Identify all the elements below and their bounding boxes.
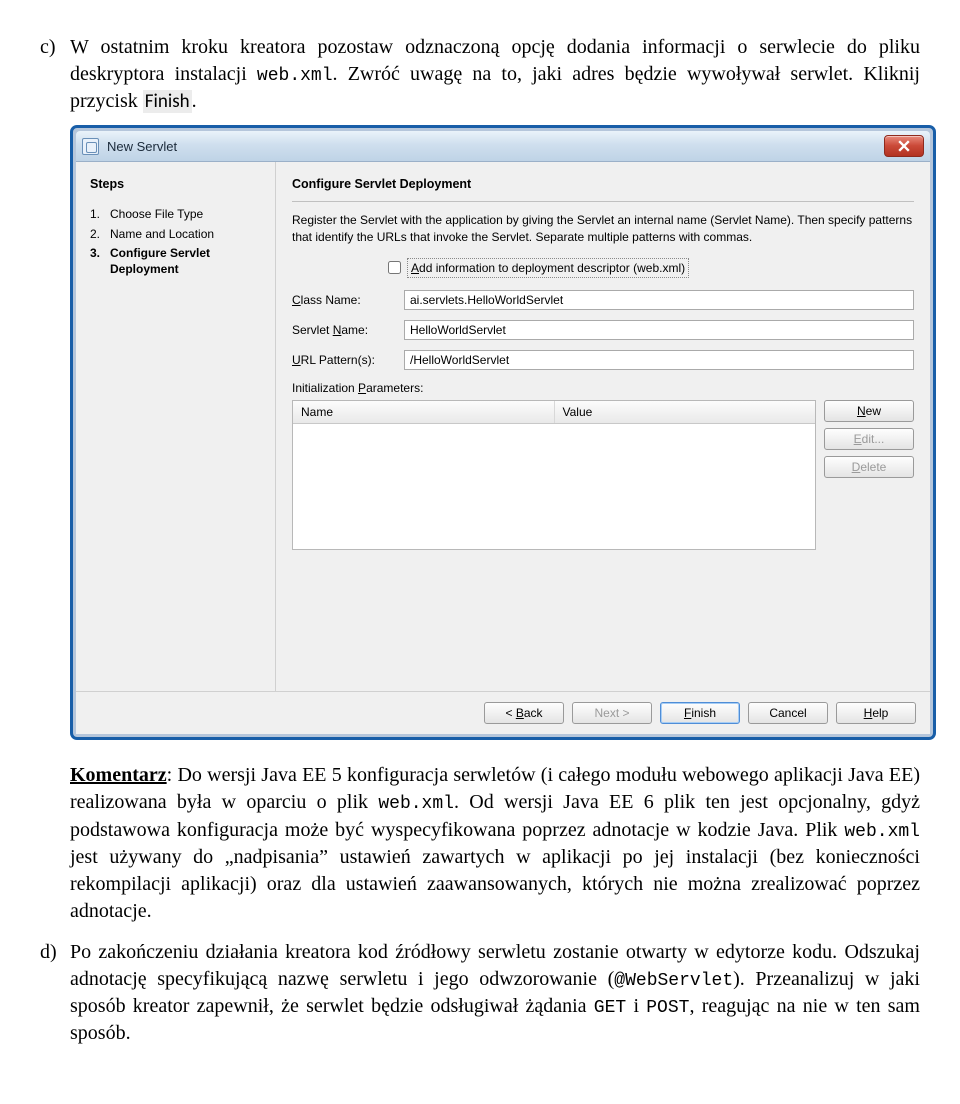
steps-header: Steps [90, 176, 265, 193]
init-params-label: Initialization Parameters: [292, 380, 914, 396]
servlet-name-row: Servlet Name: [292, 320, 914, 340]
servlet-name-label: Servlet Name: [292, 322, 404, 338]
step-2: 2.Name and Location [90, 225, 265, 245]
list-marker-d: d) [40, 939, 70, 1048]
code-web-xml: web.xml [844, 822, 920, 842]
list-content-d: Po zakończeniu działania kreatora kod źr… [70, 939, 920, 1048]
col-value: Value [555, 401, 816, 423]
steps-panel: Steps 1.Choose File Type 2.Name and Loca… [76, 162, 276, 691]
app-icon [82, 138, 99, 155]
panel-description: Register the Servlet with the applicatio… [292, 212, 914, 246]
code-post: POST [646, 998, 689, 1018]
class-name-row: Class Name: [292, 290, 914, 310]
class-name-label: Class Name: [292, 292, 404, 308]
code-web-xml: web.xml [378, 794, 454, 814]
list-marker-c: c) [40, 34, 70, 115]
code-get: GET [594, 998, 626, 1018]
window-titlebar: New Servlet [76, 131, 930, 161]
button-label-finish: Finish [143, 90, 192, 113]
list-item-d: d) Po zakończeniu działania kreatora kod… [40, 939, 920, 1048]
text: . [192, 90, 197, 112]
help-button[interactable]: Help [836, 702, 916, 724]
code-webservlet: @WebServlet [614, 971, 733, 991]
wizard-dialog: New Servlet Steps 1.Choose File Type 2.N… [70, 125, 936, 740]
next-button: Next > [572, 702, 652, 724]
panel-heading: Configure Servlet Deployment [292, 176, 914, 193]
url-pattern-label: URL Pattern(s): [292, 352, 404, 368]
url-pattern-input[interactable] [404, 350, 914, 370]
deployment-descriptor-checkbox-row: Add information to deployment descriptor… [388, 258, 914, 278]
new-button[interactable]: New [824, 400, 914, 422]
init-params-table[interactable]: Name Value [292, 400, 816, 550]
url-pattern-row: URL Pattern(s): [292, 350, 914, 370]
servlet-name-input[interactable] [404, 320, 914, 340]
class-name-input[interactable] [404, 290, 914, 310]
delete-button: Delete [824, 456, 914, 478]
window-title: New Servlet [107, 138, 884, 156]
finish-button[interactable]: Finish [660, 702, 740, 724]
text: i [626, 995, 646, 1017]
deployment-descriptor-checkbox[interactable] [388, 261, 401, 274]
divider [292, 201, 914, 202]
cancel-button[interactable]: Cancel [748, 702, 828, 724]
table-header: Name Value [293, 401, 815, 424]
comment-paragraph: Komentarz: Do wersji Java EE 5 konfigura… [70, 762, 920, 925]
close-button[interactable] [884, 135, 924, 157]
step-3: 3.Configure Servlet Deployment [90, 244, 265, 279]
comment-label: Komentarz [70, 764, 167, 786]
checkbox-label: Add information to deployment descriptor… [407, 258, 689, 278]
list-content-c: W ostatnim kroku kreatora pozostaw odzna… [70, 34, 920, 115]
step-1: 1.Choose File Type [90, 205, 265, 225]
edit-button: Edit... [824, 428, 914, 450]
close-icon [898, 140, 910, 152]
list-item-c: c) W ostatnim kroku kreatora pozostaw od… [40, 34, 920, 115]
code-web-xml: web.xml [257, 66, 333, 86]
wizard-footer: < Back Next > Finish Cancel Help [76, 691, 930, 734]
back-button[interactable]: < Back [484, 702, 564, 724]
text: jest używany do „nadpisania” ustawień za… [70, 846, 920, 922]
col-name: Name [293, 401, 555, 423]
wizard-content: Configure Servlet Deployment Register th… [276, 162, 930, 691]
